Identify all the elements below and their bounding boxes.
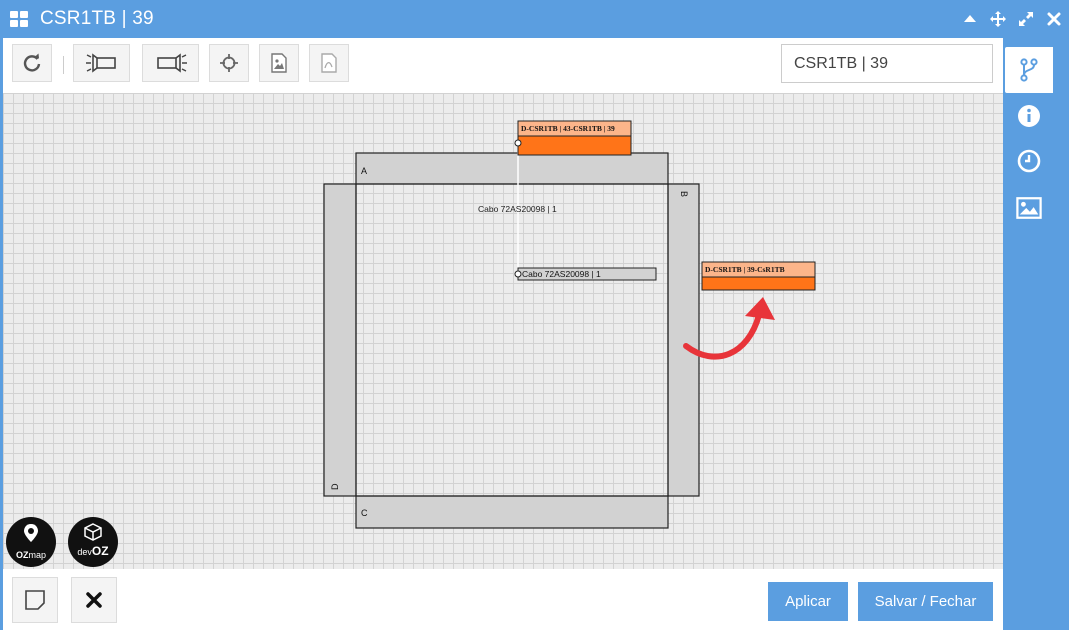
title-bar: CSR1TB | 39 <box>0 0 1069 38</box>
flashlight-reverse-icon <box>156 53 187 73</box>
box-side-d <box>323 183 357 497</box>
sidebar-item-history[interactable] <box>1016 148 1042 174</box>
top-connector-label: D-CSR1TB | 43-CSR1TB | 39 <box>521 124 615 133</box>
pdf-file-icon <box>321 53 337 73</box>
export-image-button[interactable] <box>259 44 299 82</box>
save-close-button[interactable]: Salvar / Fechar <box>858 582 993 621</box>
cable-label: Cabo 72AS20098 | 1 <box>478 204 557 214</box>
sticky-note-icon <box>25 590 45 610</box>
editor-panel: A B C D Cabo 72AS20098 | 1 Cabo 72AS2009… <box>3 38 1003 630</box>
move-icon[interactable] <box>989 10 1007 28</box>
info-icon <box>1018 105 1040 127</box>
box-side-b <box>667 183 700 497</box>
window-title: CSR1TB | 39 <box>40 8 154 29</box>
sidebar-item-fiber-tree[interactable] <box>1005 47 1053 93</box>
toolbar <box>3 38 1003 94</box>
search-input[interactable] <box>781 44 993 83</box>
box-side-c <box>355 495 669 529</box>
side-c-label: C <box>361 508 368 518</box>
refresh-button[interactable] <box>12 44 52 82</box>
sidebar-item-info[interactable] <box>1016 103 1042 129</box>
cube-icon <box>84 523 102 541</box>
side-d-label: D <box>330 483 340 490</box>
picture-icon <box>1016 197 1042 219</box>
footer: Aplicar Salvar / Fechar <box>3 569 1003 630</box>
maximize-icon[interactable] <box>1017 10 1035 28</box>
flashlight-button[interactable] <box>73 44 130 82</box>
devoz-logo-oz: OZ <box>91 544 109 558</box>
right-connector-label: D-CSR1TB | 39-CsR1TB <box>705 265 785 274</box>
close-x-icon <box>86 592 102 608</box>
port-node[interactable] <box>514 270 522 278</box>
connector-node[interactable] <box>514 139 522 147</box>
side-a-label: A <box>361 166 367 176</box>
splice-diagram: A B C D Cabo 72AS20098 | 1 Cabo 72AS2009… <box>323 120 816 529</box>
clock-icon <box>1017 149 1041 173</box>
diagram-canvas[interactable]: A B C D Cabo 72AS20098 | 1 Cabo 72AS2009… <box>3 93 1003 569</box>
devoz-logo: devOZ <box>68 517 118 567</box>
flashlight-off-button[interactable] <box>142 44 199 82</box>
refresh-icon <box>23 53 41 72</box>
right-sidebar <box>1003 38 1069 630</box>
cancel-button[interactable] <box>71 577 117 623</box>
close-icon[interactable] <box>1045 10 1063 28</box>
image-file-icon <box>271 53 287 73</box>
branch-icon <box>1020 58 1038 82</box>
toolbar-divider <box>63 56 64 74</box>
collapse-icon[interactable] <box>961 10 979 28</box>
export-pdf-button[interactable] <box>309 44 349 82</box>
box-side-a <box>355 152 669 185</box>
flashlight-icon <box>85 53 116 73</box>
crosshair-icon <box>220 54 238 72</box>
center-button[interactable] <box>209 44 249 82</box>
right-connector[interactable]: D-CSR1TB | 39-CsR1TB <box>701 261 816 291</box>
grid-icon <box>10 11 28 27</box>
top-connector[interactable]: D-CSR1TB | 43-CSR1TB | 39 <box>517 120 632 156</box>
box-interior <box>355 183 669 497</box>
ozmap-logo: OZmap <box>6 517 56 567</box>
map-pin-icon <box>24 524 38 542</box>
note-button[interactable] <box>12 577 58 623</box>
ozmap-logo-map: map <box>28 550 46 560</box>
side-b-label: B <box>679 191 689 197</box>
ozmap-logo-oz: OZ <box>15 550 29 560</box>
devoz-logo-dev: dev <box>77 547 92 557</box>
sidebar-item-images[interactable] <box>1016 195 1042 221</box>
apply-button[interactable]: Aplicar <box>768 582 848 621</box>
cable-port-label: Cabo 72AS20098 | 1 <box>522 269 601 279</box>
